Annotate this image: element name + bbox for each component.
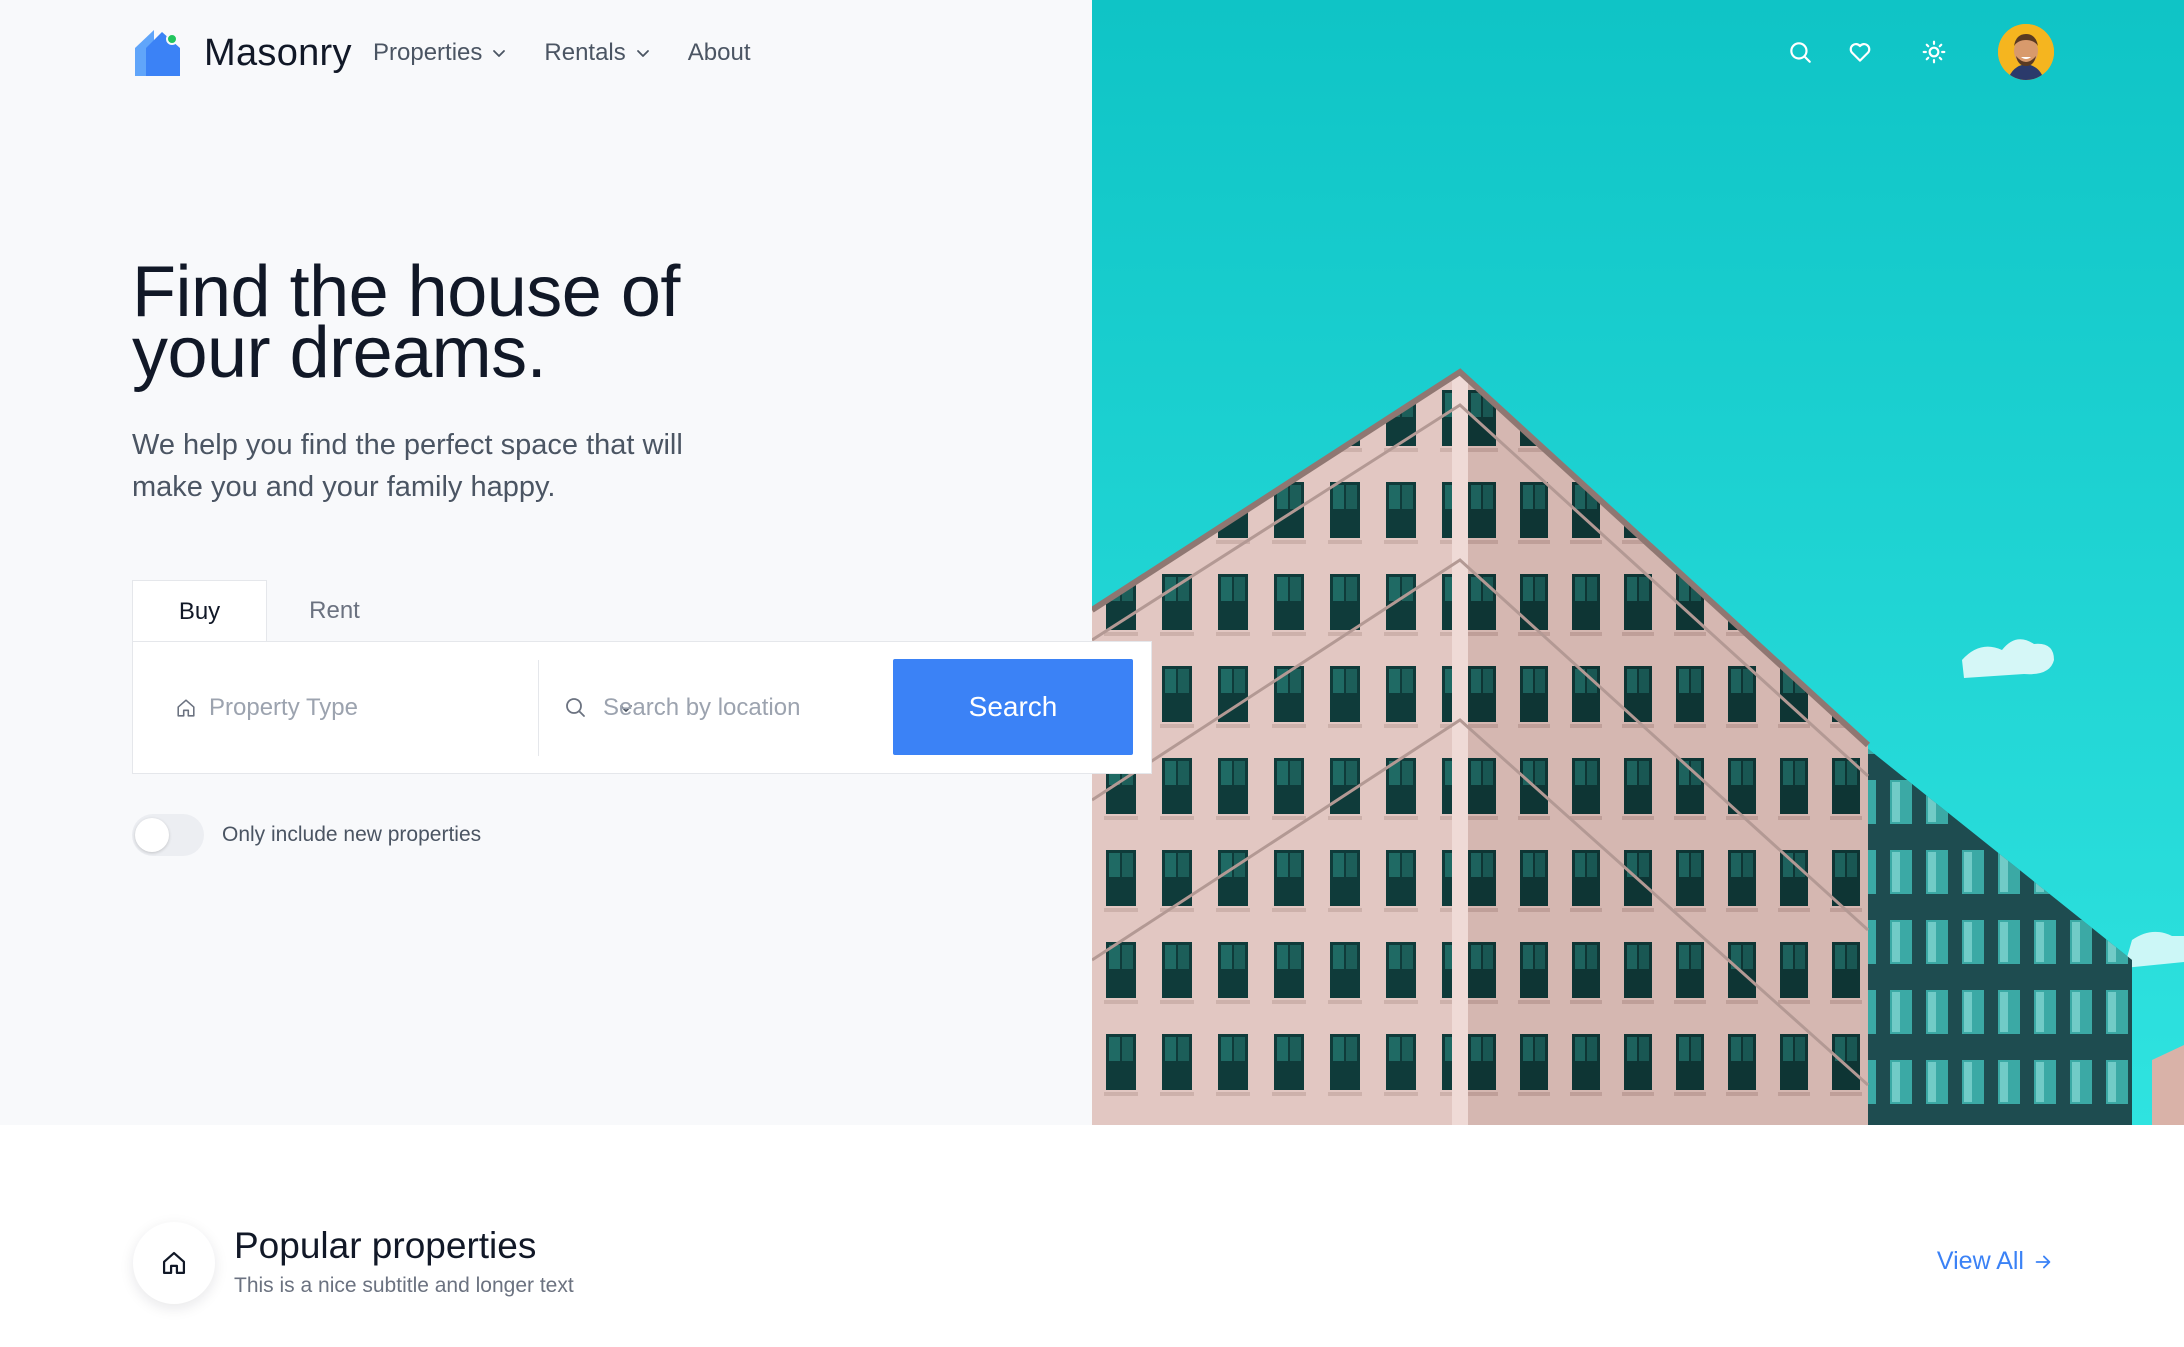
arrow-right-icon xyxy=(2035,1255,2051,1268)
search-panel: Property Type Search xyxy=(132,641,1152,774)
nav-properties-label: Properties xyxy=(373,39,483,66)
view-all-link[interactable]: View All xyxy=(1937,1247,2054,1276)
avatar-image xyxy=(1998,24,2054,80)
popular-properties-section: Popular properties This is a nice subtit… xyxy=(0,1125,2184,1347)
brand-logo[interactable]: Masonry xyxy=(132,28,352,78)
search-icon xyxy=(566,698,585,717)
house-logo-icon xyxy=(135,30,180,76)
chevron-down-icon xyxy=(636,50,649,57)
property-type-placeholder: Property Type xyxy=(209,694,358,721)
nav-rentals[interactable]: Rentals xyxy=(544,39,651,67)
search-tabs: Buy Rent xyxy=(132,580,402,642)
tab-rent[interactable]: Rent xyxy=(267,580,402,642)
nav-about[interactable]: About xyxy=(688,39,751,67)
tab-buy[interactable]: Buy xyxy=(132,580,267,642)
hero-section: Masonry Properties Rentals About Find th… xyxy=(0,0,2184,1125)
nav-about-label: About xyxy=(687,39,751,66)
nav-properties[interactable]: Properties xyxy=(373,39,508,67)
location-search-input[interactable] xyxy=(603,680,873,736)
user-avatar[interactable] xyxy=(1998,24,2054,80)
search-button[interactable]: Search xyxy=(893,659,1133,755)
nav-rentals-label: Rentals xyxy=(544,39,626,66)
view-all-label: View All xyxy=(1936,1247,2024,1275)
popular-section-badge xyxy=(133,1222,215,1304)
heart-icon[interactable] xyxy=(1844,36,1876,68)
sun-icon[interactable] xyxy=(1918,36,1950,68)
section-title: Popular properties xyxy=(234,1225,537,1266)
search-divider xyxy=(538,660,539,756)
section-subtitle: This is a nice subtitle and longer text xyxy=(234,1274,574,1297)
home-icon xyxy=(162,1251,186,1275)
search-icon[interactable] xyxy=(1784,36,1816,68)
chevron-down-icon xyxy=(493,50,506,57)
hero-left-panel xyxy=(0,0,1092,1125)
new-properties-toggle[interactable] xyxy=(132,814,204,856)
nav-actions xyxy=(1784,24,2054,80)
home-icon xyxy=(177,699,195,717)
building-photo xyxy=(1092,0,2184,1125)
toggle-knob xyxy=(135,818,169,852)
hero-title: Find the house of your dreams. xyxy=(132,252,680,393)
main-nav: Properties Rentals About xyxy=(373,34,786,72)
brand-name: Masonry xyxy=(204,31,352,74)
toggle-label: Only include new properties xyxy=(222,823,482,846)
hero-subtitle: We help you find the perfect space that … xyxy=(132,429,683,503)
top-navbar: Masonry Properties Rentals About xyxy=(0,0,2184,106)
hero-image xyxy=(1092,0,2184,1125)
new-properties-toggle-row: Only include new properties xyxy=(132,814,481,856)
